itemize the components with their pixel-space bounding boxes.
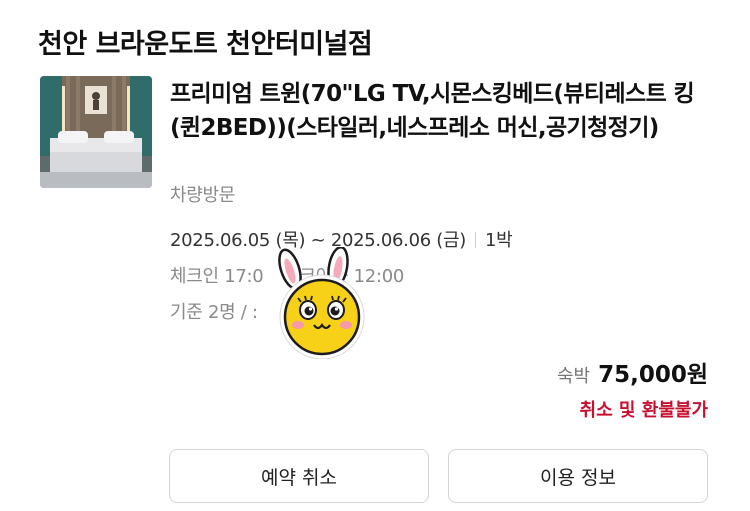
bunny-sticker-icon[interactable]: [270, 245, 376, 360]
visit-type: 차량방문: [170, 185, 236, 206]
room-title[interactable]: 프리미엄 트윈(70"LG TV,시몬스킹베드(뷰티레스트 킹(퀸2BED))(…: [170, 77, 715, 145]
checkin-time: 체크인 17:0: [170, 266, 264, 287]
nights-count: 1박: [485, 230, 513, 251]
price-amount: 75,000원: [598, 362, 708, 388]
room-thumbnail[interactable]: [40, 76, 152, 188]
refund-policy-note: 취소 및 환불불가: [579, 400, 708, 421]
guest-count: 기준 2명 / :: [170, 302, 258, 323]
price-row: 숙박 75,000원: [557, 355, 708, 389]
price-label: 숙박: [556, 366, 591, 387]
cancel-reservation-button[interactable]: 예약 취소: [169, 449, 429, 503]
room-photo-image: [40, 76, 152, 188]
hotel-name: 천안 브라운도트 천안터미널점: [38, 29, 373, 60]
divider: [475, 232, 477, 248]
usage-info-button[interactable]: 이용 정보: [448, 449, 708, 503]
